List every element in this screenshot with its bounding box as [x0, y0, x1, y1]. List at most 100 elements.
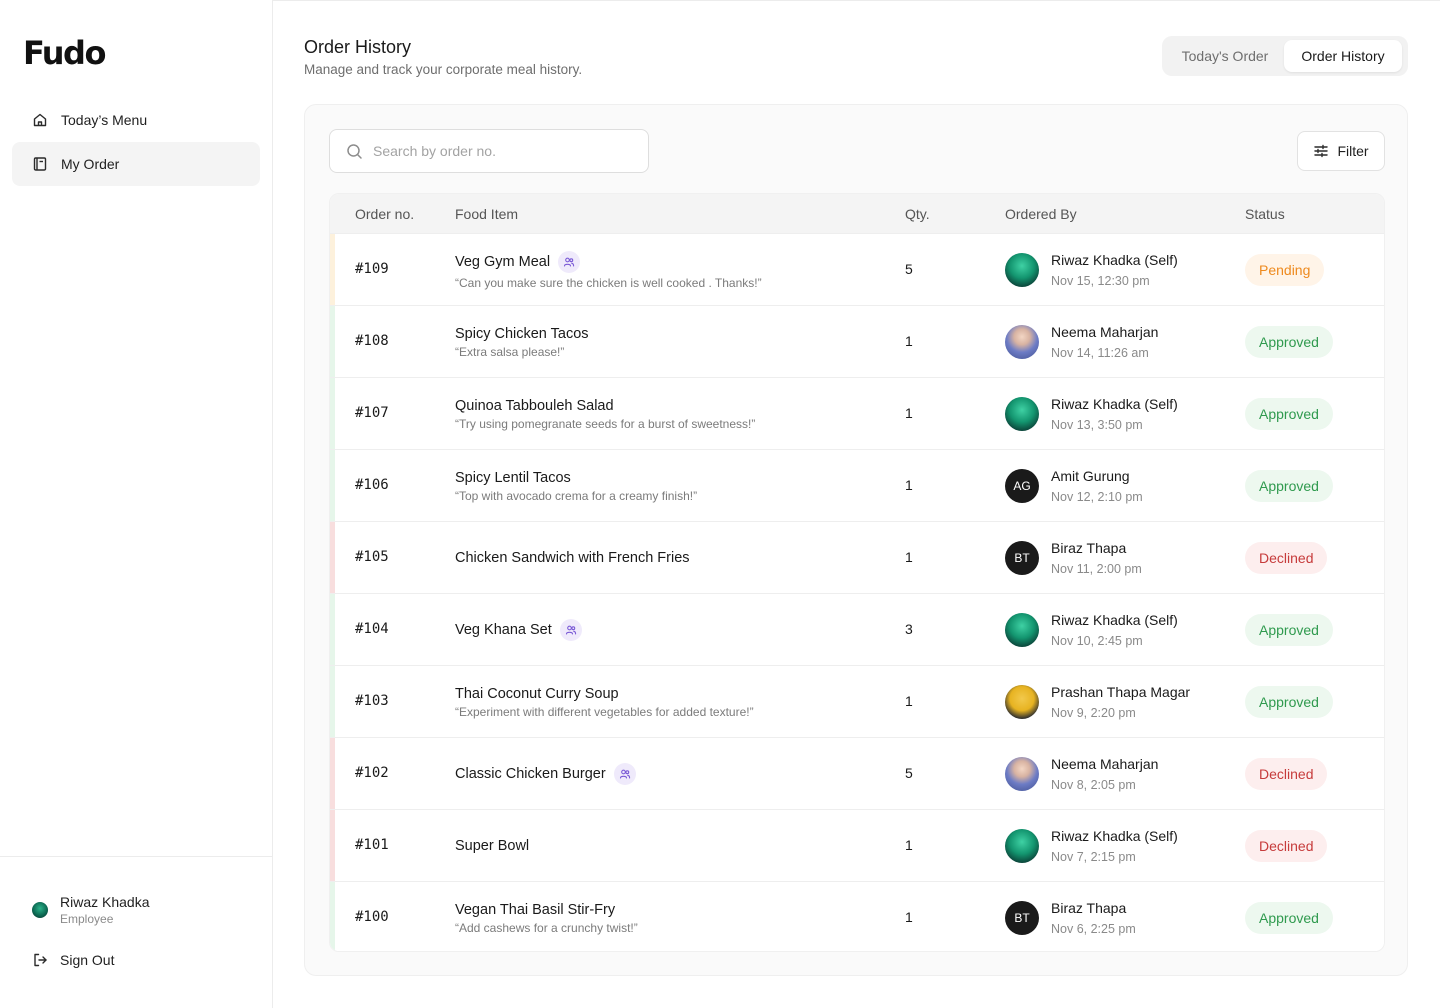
column-header-food-item[interactable]: Food Item	[455, 206, 518, 222]
food-name-line: Vegan Thai Basil Stir-Fry	[455, 902, 638, 918]
quantity: 5	[905, 261, 913, 277]
food-item-name: Thai Coconut Curry Soup	[455, 685, 619, 702]
user-profile[interactable]: Riwaz Khadka Employee	[32, 893, 150, 927]
status-stripe	[330, 450, 335, 522]
ordered-by-cell: Neema Maharjan Nov 8, 2:05 pm	[1005, 738, 1158, 810]
table-row[interactable]: #109 Veg Gym Meal “Can you make sure the…	[330, 233, 1384, 306]
order-number: #101	[355, 837, 389, 853]
group-order-icon	[558, 250, 581, 273]
sidebar-item-my-order[interactable]: My Order	[12, 142, 260, 186]
food-note: “Top with avocado crema for a creamy fin…	[455, 488, 698, 503]
order-number: #105	[355, 549, 389, 565]
sign-out-button[interactable]: Sign Out	[32, 952, 114, 968]
status-cell: Approved	[1245, 398, 1333, 430]
home-icon	[31, 111, 49, 129]
food-name-line: Thai Coconut Curry Soup	[455, 686, 754, 702]
food-cell: Classic Chicken Burger	[455, 738, 636, 810]
sidebar-item-label: My Order	[61, 156, 120, 172]
sidebar-item-todays-menu[interactable]: Today’s Menu	[12, 98, 260, 142]
status-badge: Declined	[1245, 758, 1328, 790]
order-number: #102	[355, 765, 389, 781]
sidebar: Fudo Today’s Menu My Order Riwaz Khadka …	[0, 0, 273, 1008]
table-row[interactable]: #105 Chicken Sandwich with French Fries …	[330, 521, 1384, 594]
food-note: “Try using pomegranate seeds for a burst…	[455, 416, 756, 431]
search-input[interactable]	[373, 143, 633, 159]
food-name-line: Spicy Chicken Tacos	[455, 326, 589, 342]
table-row[interactable]: #103 Thai Coconut Curry Soup “Experiment…	[330, 665, 1384, 738]
food-note: “Add cashews for a crunchy twist!”	[455, 920, 638, 935]
status-cell: Approved	[1245, 902, 1333, 934]
order-number: #107	[355, 405, 389, 421]
column-header-ordered-by[interactable]: Ordered By	[1005, 206, 1077, 222]
order-time: Nov 11, 2:00 pm	[1051, 561, 1142, 576]
status-stripe	[330, 810, 335, 882]
food-cell: Veg Gym Meal “Can you make sure the chic…	[455, 234, 762, 306]
status-cell: Approved	[1245, 470, 1333, 502]
ordered-by-name: Biraz Thapa	[1051, 899, 1127, 916]
sidebar-nav: Today’s Menu My Order	[12, 98, 260, 186]
quantity: 3	[905, 621, 913, 637]
tab-order-history[interactable]: Order History	[1284, 40, 1402, 72]
sidebar-item-label: Today’s Menu	[61, 112, 148, 128]
food-cell: Spicy Lentil Tacos “Top with avocado cre…	[455, 450, 697, 522]
user-role: Employee	[60, 912, 114, 926]
ordered-by-name: Riwaz Khadka (Self)	[1051, 251, 1178, 268]
order-time: Nov 14, 11:26 am	[1051, 345, 1149, 360]
filter-button[interactable]: Filter	[1297, 131, 1385, 171]
table-row[interactable]: #106 Spicy Lentil Tacos “Top with avocad…	[330, 449, 1384, 522]
order-number: #103	[355, 693, 389, 709]
food-item-name: Veg Khana Set	[455, 622, 552, 638]
ordered-by-cell: AG Amit Gurung Nov 12, 2:10 pm	[1005, 450, 1143, 522]
avatar	[1005, 685, 1039, 719]
ordered-by-cell: Riwaz Khadka (Self) Nov 10, 2:45 pm	[1005, 594, 1178, 666]
group-order-icon	[559, 619, 582, 641]
food-name-line: Classic Chicken Burger	[455, 763, 636, 785]
divider	[0, 856, 272, 857]
column-header-order-no[interactable]: Order no.	[355, 206, 414, 222]
avatar	[1005, 757, 1039, 791]
order-time: Nov 10, 2:45 pm	[1051, 633, 1143, 648]
order-time: Nov 7, 2:15 pm	[1051, 849, 1136, 864]
ordered-by-name: Riwaz Khadka (Self)	[1051, 395, 1178, 412]
status-badge: Approved	[1245, 614, 1333, 646]
status-cell: Approved	[1245, 614, 1333, 646]
ordered-by-cell: BT Biraz Thapa Nov 6, 2:25 pm	[1005, 882, 1136, 951]
food-item-name: Quinoa Tabbouleh Salad	[455, 397, 614, 414]
status-cell: Declined	[1245, 542, 1328, 574]
order-time: Nov 15, 12:30 pm	[1051, 273, 1150, 288]
quantity: 1	[905, 909, 913, 925]
avatar	[1005, 613, 1039, 647]
status-badge: Approved	[1245, 326, 1333, 358]
quantity: 1	[905, 477, 913, 493]
app-logo[interactable]: Fudo	[23, 34, 106, 72]
table-row[interactable]: #102 Classic Chicken Burger 5 Neema Maha…	[330, 737, 1384, 810]
user-name: Riwaz Khadka	[60, 894, 150, 910]
avatar	[1005, 253, 1039, 287]
avatar	[32, 902, 48, 918]
column-header-status[interactable]: Status	[1245, 206, 1285, 222]
ordered-by-cell: Riwaz Khadka (Self) Nov 15, 12:30 pm	[1005, 234, 1178, 306]
food-item-name: Veg Gym Meal	[455, 253, 551, 270]
avatar	[1005, 397, 1039, 431]
tab-todays-order[interactable]: Today's Order	[1166, 40, 1284, 72]
table-row[interactable]: #107 Quinoa Tabbouleh Salad “Try using p…	[330, 377, 1384, 450]
food-item-name: Classic Chicken Burger	[455, 766, 606, 782]
food-name-line: Spicy Lentil Tacos	[455, 470, 697, 486]
table-row[interactable]: #101 Super Bowl 1 Riwaz Khadka (Self) No…	[330, 809, 1384, 882]
ordered-by-cell: Riwaz Khadka (Self) Nov 13, 3:50 pm	[1005, 378, 1178, 450]
order-number: #106	[355, 477, 389, 493]
sliders-icon	[1313, 143, 1329, 159]
ordered-by-name: Riwaz Khadka (Self)	[1051, 827, 1178, 844]
food-item-name: Vegan Thai Basil Stir-Fry	[455, 901, 616, 918]
food-cell: Veg Khana Set	[455, 594, 582, 666]
food-name-line: Veg Gym Meal	[455, 250, 762, 273]
table-row[interactable]: #100 Vegan Thai Basil Stir-Fry “Add cash…	[330, 881, 1384, 951]
status-cell: Declined	[1245, 830, 1328, 862]
food-cell: Quinoa Tabbouleh Salad “Try using pomegr…	[455, 378, 755, 450]
ordered-by-cell: Prashan Thapa Magar Nov 9, 2:20 pm	[1005, 666, 1190, 738]
search-box[interactable]	[329, 129, 649, 173]
table-row[interactable]: #108 Spicy Chicken Tacos “Extra salsa pl…	[330, 305, 1384, 378]
food-cell: Thai Coconut Curry Soup “Experiment with…	[455, 666, 754, 738]
column-header-qty[interactable]: Qty.	[905, 206, 930, 222]
table-row[interactable]: #104 Veg Khana Set 3 Riwaz Khadka (Self)…	[330, 593, 1384, 666]
